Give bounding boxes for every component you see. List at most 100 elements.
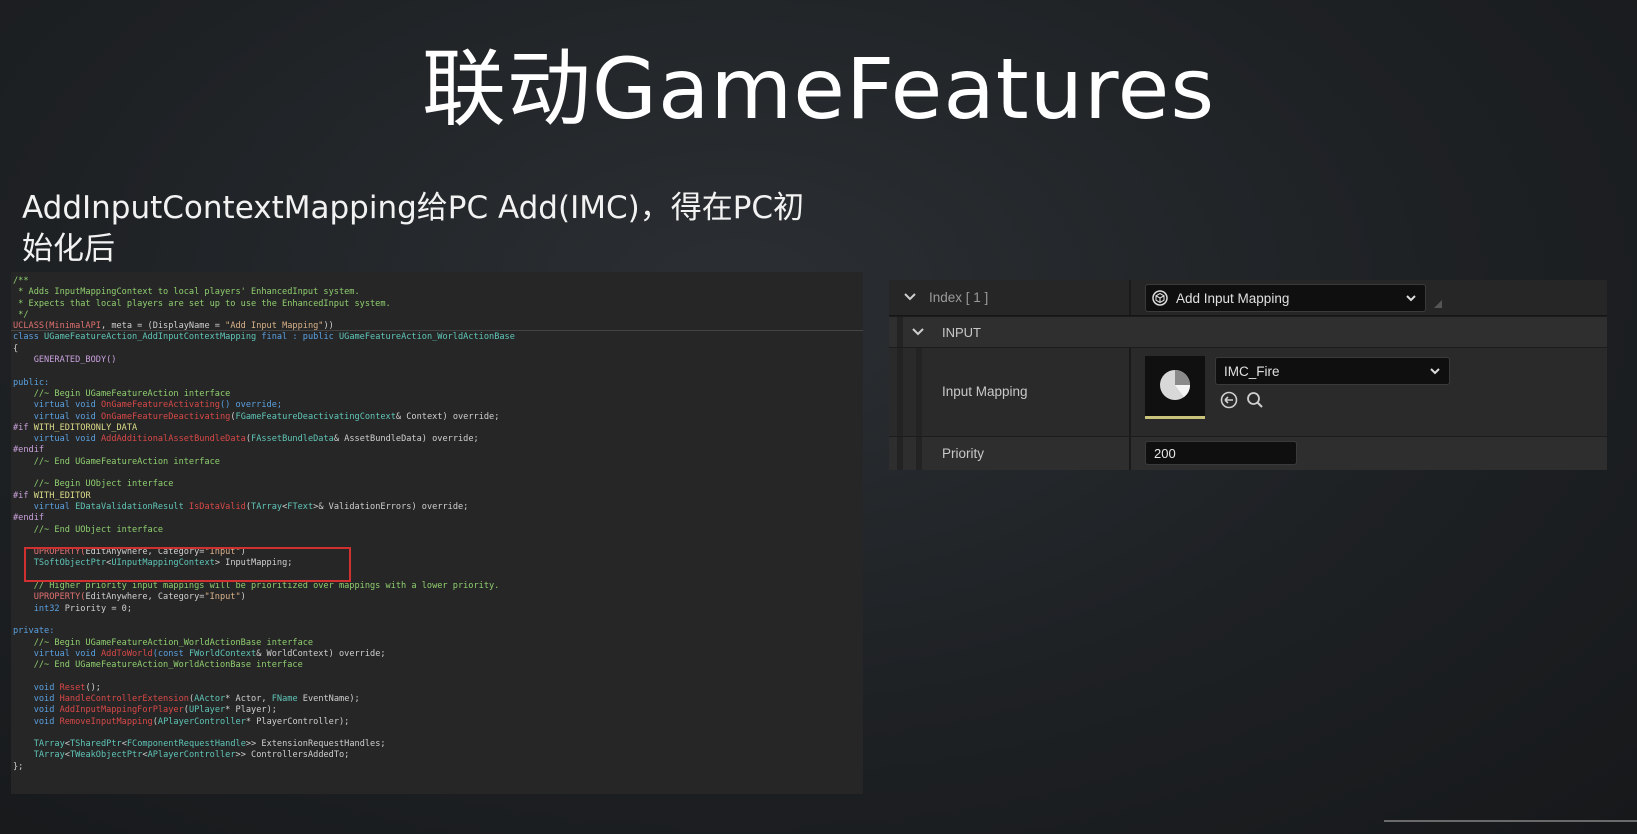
code-line: public: [13, 378, 863, 389]
code-token: () override; [219, 400, 283, 411]
code-line: TArray<TSharedPtr<FComponentRequestHandl… [13, 739, 863, 750]
code-token: AActor [194, 693, 226, 704]
code-line: void HandleControllerExtension(AActor* A… [13, 694, 863, 705]
code-token: HandleControllerExtension [59, 693, 189, 704]
code-line: { [13, 344, 863, 355]
code-token: UGameFeatureAction_AddInputContextMappin… [44, 332, 257, 343]
code-token: OnGameFeatureActivating [100, 400, 220, 411]
slide-title: 联动GameFeatures [421, 40, 1216, 138]
code-line: virtual void AddAdditionalAssetBundleDat… [13, 434, 863, 445]
code-token: // Higher priority input mappings will b… [13, 581, 500, 592]
code-token: class [13, 332, 45, 343]
column-divider [1129, 348, 1131, 436]
code-token: FComponentRequestHandle [126, 739, 246, 750]
action-type-dropdown[interactable]: Add Input Mapping [1145, 284, 1426, 312]
code-line: int32 Priority = 0; [13, 604, 863, 615]
code-panel: /** * Adds InputMappingContext to local … [11, 272, 863, 794]
code-line: #endif [13, 513, 863, 524]
code-line: */ [13, 310, 863, 321]
code-token: TSharedPtr [69, 739, 122, 750]
code-token: virtual [13, 501, 76, 512]
code-token: FAssetBundleData [251, 434, 334, 445]
priority-input[interactable]: 200 [1145, 441, 1297, 465]
code-token: //~ Begin UGameFeatureAction_WorldAction… [13, 637, 314, 648]
code-token: //~ End UObject interface [13, 524, 164, 535]
priority-row: Priority 200 [889, 437, 1607, 470]
code-token: (const [152, 648, 189, 659]
code-token: //~ End UGameFeatureAction interface [13, 456, 220, 467]
code-token: >> ExtensionRequestHandles; [245, 739, 386, 750]
input-category-row[interactable]: INPUT [889, 317, 1607, 347]
code-line: #if WITH_EDITOR [13, 491, 863, 502]
code-token: //~ Begin UObject interface [13, 479, 174, 490]
progress-line [1384, 820, 1637, 822]
code-token: UPlayer [188, 705, 226, 716]
code-token: AddInputMappingForPlayer [59, 705, 184, 716]
code-token: /** [13, 276, 29, 286]
indent-bar [916, 437, 922, 470]
code-token: virtual void [13, 434, 101, 445]
code-token: * Player); [225, 705, 277, 716]
index-row: Index [ 1 ] Add Input Mapping [889, 280, 1607, 316]
code-token: UPROPERTY( [13, 592, 86, 603]
code-token: void [13, 693, 60, 704]
code-token: virtual void [13, 400, 101, 411]
search-icon[interactable] [1246, 391, 1264, 412]
code-line: * Expects that local players are set up … [13, 299, 863, 310]
code-token: FGameFeatureDeactivatingContext [235, 411, 396, 422]
code-token: ) [240, 592, 246, 603]
code-token: //~ Begin UGameFeatureAction interface [13, 388, 231, 399]
code-line: #if WITH_EDITORONLY_DATA [13, 423, 863, 434]
code-line: virtual void OnGameFeatureActivating() o… [13, 400, 863, 411]
code-token: int32 [13, 603, 65, 614]
category-label: INPUT [942, 325, 981, 340]
code-token: AddToWorld [100, 648, 153, 659]
chevron-down-icon [1429, 365, 1441, 380]
chevron-down-icon[interactable] [903, 290, 917, 307]
code-line: * Adds InputMappingContext to local play… [13, 287, 863, 298]
asset-thumbnail[interactable] [1145, 356, 1205, 419]
arrow-left-circle-icon[interactable] [1220, 391, 1238, 412]
code-token: void [13, 716, 60, 727]
code-line: //~ End UGameFeatureAction_WorldActionBa… [13, 660, 863, 671]
code-line: // Higher priority input mappings will b… [13, 581, 863, 592]
code-line: virtual EDataValidationResult IsDataVali… [13, 502, 863, 513]
code-token: >& ValidationErrors) override; [313, 501, 469, 512]
code-divider [11, 330, 863, 331]
indent-bar [897, 317, 903, 347]
input-mapping-label: Input Mapping [942, 384, 1028, 399]
code-token: WITH_EDITORONLY_DATA [33, 422, 138, 433]
code-token: public: [13, 377, 50, 388]
code-line: void AddInputMappingForPlayer(UPlayer* P… [13, 705, 863, 716]
code-token: & Context) override; [395, 411, 500, 422]
code-line: GENERATED_BODY() [13, 355, 863, 366]
code-token: & WorldContext) override; [256, 648, 386, 659]
code-line: UPROPERTY(EditAnywhere, Category="Input"… [13, 592, 863, 603]
code-token: FWorldContext [188, 648, 257, 659]
code-token: #if [13, 422, 34, 433]
code-token: TWeakObjectPtr [69, 750, 143, 761]
code-line: //~ Begin UObject interface [13, 479, 863, 490]
column-divider [1129, 437, 1131, 470]
code-token: TArray [13, 739, 65, 750]
code-token: virtual void [13, 648, 101, 659]
code-token: #endif [13, 445, 45, 456]
code-token: "Input" [204, 592, 241, 603]
input-mapping-value: IMC_Fire [1224, 364, 1280, 379]
input-mapping-dropdown[interactable]: IMC_Fire [1215, 357, 1450, 385]
code-token: { [13, 343, 19, 354]
code-line: //~ Begin UGameFeatureAction interface [13, 389, 863, 400]
code-token: TArray [251, 501, 283, 512]
code-token: >> ControllersAddedTo; [235, 750, 350, 761]
priority-label: Priority [942, 446, 985, 461]
chevron-down-icon[interactable] [911, 325, 925, 342]
code-line: TArray<TWeakObjectPtr<APlayerController>… [13, 750, 863, 761]
code-token: WITH_EDITOR [33, 490, 91, 501]
code-token: RemoveInputMapping [59, 716, 153, 727]
code-token: APlayerController [157, 716, 246, 727]
code-line: //~ End UGameFeatureAction interface [13, 457, 863, 468]
code-token: * Expects that local players are set up … [13, 298, 391, 309]
